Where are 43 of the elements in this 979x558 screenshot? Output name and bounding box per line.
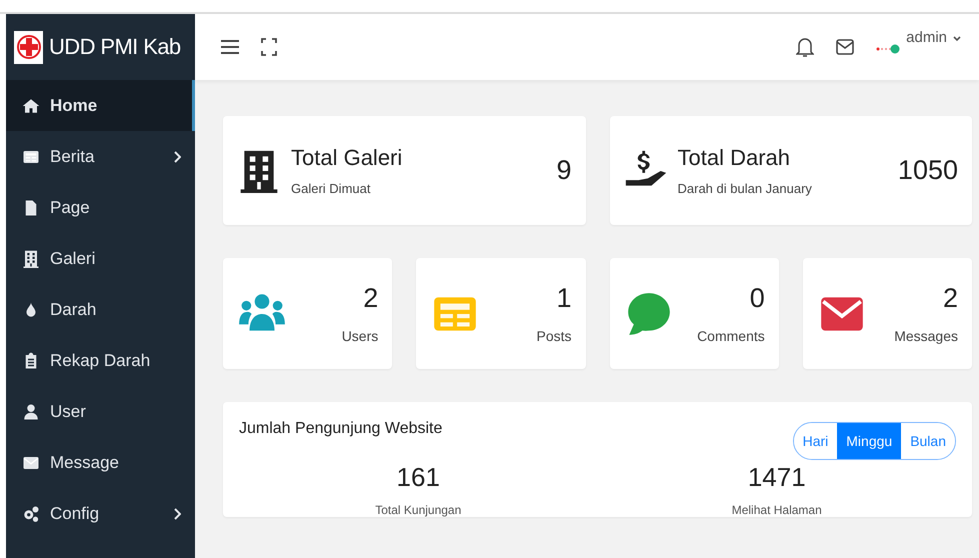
sidebar-item[interactable]: Home xyxy=(6,80,195,131)
sidebar-item[interactable]: Rekap Darah xyxy=(6,335,195,386)
brand-title: UDD PMI Kab xyxy=(49,34,181,60)
stat-label: Posts xyxy=(536,328,572,344)
stat-label: Users xyxy=(342,328,378,344)
caret-icon xyxy=(953,36,961,42)
metric-value: 1471 xyxy=(748,462,806,493)
card-title: Total Galeri xyxy=(291,145,404,171)
avatar-icon xyxy=(876,43,900,55)
chevron-icon xyxy=(173,150,181,162)
user-icon xyxy=(22,402,40,420)
logo-icon xyxy=(14,30,43,64)
card-subtitle: Darah di bulan January xyxy=(678,181,813,196)
period-tab[interactable]: Minggu xyxy=(837,423,902,459)
metric-label: Melihat Halaman xyxy=(732,503,822,517)
home-icon xyxy=(22,96,40,114)
metric-value: 161 xyxy=(396,462,440,493)
stat-label: Messages xyxy=(894,328,958,344)
sidebar-item[interactable]: Galeri xyxy=(6,233,195,284)
sidebar-item[interactable]: Page xyxy=(6,182,195,233)
card-subtitle: Galeri Dimuat xyxy=(291,181,372,196)
mail-button[interactable] xyxy=(836,38,854,56)
card-value: 1050 xyxy=(898,155,958,186)
sidebar-item[interactable]: Berita xyxy=(6,131,195,182)
card-value: 9 xyxy=(556,155,572,186)
stat-value: 1 xyxy=(556,283,572,314)
stat-value: 2 xyxy=(363,283,378,314)
stat-value: 0 xyxy=(750,283,765,314)
panel-title: Jumlah Pengunjung Website xyxy=(239,420,442,438)
stat-value: 2 xyxy=(942,283,958,314)
menu-button[interactable] xyxy=(221,39,239,55)
notification-button[interactable] xyxy=(796,36,814,58)
building-icon xyxy=(22,250,40,268)
sidebar-item[interactable]: Message xyxy=(6,437,195,488)
metric-label: Total Kunjungan xyxy=(375,503,462,517)
card-title: Total Darah xyxy=(678,145,792,171)
sidebar-item[interactable]: User xyxy=(6,386,195,437)
chevron-icon xyxy=(173,508,181,520)
sidebar-item[interactable]: Darah xyxy=(6,284,195,335)
sidebar-item[interactable]: Config xyxy=(6,488,195,539)
fullscreen-button[interactable] xyxy=(261,37,277,57)
user-menu[interactable]: admin xyxy=(876,29,961,55)
stat-label: Comments xyxy=(697,328,765,344)
